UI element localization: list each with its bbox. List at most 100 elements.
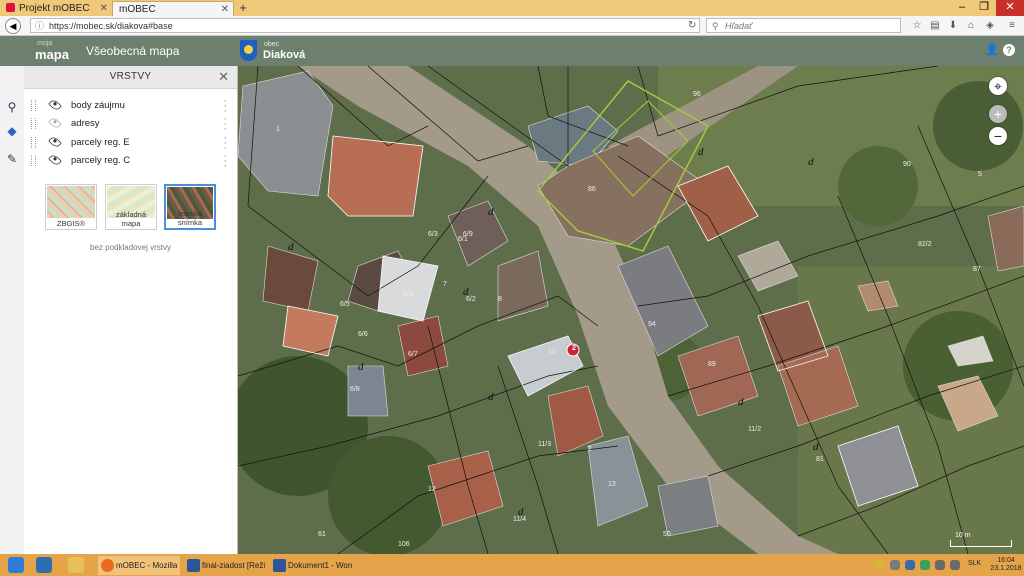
- reading-list-icon[interactable]: ▤: [928, 19, 942, 33]
- url-bar[interactable]: ⓘ https://mobec.sk/diakova#base: [30, 18, 700, 33]
- zoom-out-button[interactable]: −: [989, 127, 1007, 145]
- land-use-d-label: d: [738, 396, 744, 408]
- eye-off-icon[interactable]: [48, 116, 62, 130]
- layer-body-zaujmu[interactable]: body záujmu · · ·: [24, 96, 237, 117]
- map-view[interactable]: 1 2 5 6/1 6/2 6/3 6/4 6/5 6/6 6/7 6/8 6/9 7 8 10 11/3 11…: [238, 66, 1024, 554]
- taskbar-item-label: mOBEC - Mozilla ...: [116, 561, 180, 570]
- taskbar-item-word-final[interactable]: final-ziadost [Reži...: [184, 556, 266, 575]
- clock[interactable]: 16:04 23.1.2018: [990, 557, 1022, 573]
- logo-big-text: mapa: [35, 47, 69, 62]
- layers-icon[interactable]: ◆: [5, 124, 19, 138]
- tool-rail: ⚲ ◆ ✎: [0, 66, 25, 554]
- home-icon[interactable]: ⌂: [964, 19, 978, 33]
- panel-title: VRSTVY: [109, 71, 152, 82]
- tab-close-icon[interactable]: ✕: [100, 1, 108, 16]
- locate-icon[interactable]: ⌖: [989, 77, 1007, 95]
- layer-adresy[interactable]: adresy · · ·: [24, 114, 237, 135]
- layer-label: body záujmu: [71, 100, 125, 111]
- drag-handle-icon[interactable]: [31, 137, 36, 148]
- eye-icon[interactable]: [48, 135, 62, 149]
- parcel-number: 82/2: [918, 241, 932, 248]
- search-icon[interactable]: ⚲: [5, 100, 19, 114]
- zbgis-thumbnail: [47, 186, 95, 218]
- browser-tab-bar: Projekt mOBEC ✕ mOBEC ✕ + – ❐ ✕: [0, 0, 1024, 16]
- parcel-number: 7: [443, 281, 447, 288]
- window-close-button[interactable]: ✕: [996, 0, 1024, 16]
- parcel-number: 5: [978, 171, 982, 178]
- word-icon: [187, 559, 200, 572]
- more-options-icon[interactable]: · · ·: [223, 133, 227, 154]
- close-icon[interactable]: ✕: [218, 69, 229, 85]
- basemap-zakladna-mapa[interactable]: základná mapa: [105, 184, 157, 230]
- no-base-layer-option[interactable]: bez podkladovej vrstvy: [24, 243, 237, 252]
- volume-icon[interactable]: [950, 560, 960, 570]
- taskbar-item-label: final-ziadost [Reži...: [202, 561, 266, 570]
- parcel-number: 13: [608, 481, 616, 488]
- taskbar-item-firefox[interactable]: mOBEC - Mozilla ...: [98, 556, 180, 575]
- basemap-zbgis[interactable]: ZBGIS®: [45, 184, 97, 230]
- land-use-d-label: d: [698, 146, 704, 158]
- menu-icon[interactable]: ≡: [1005, 19, 1019, 33]
- start-icon[interactable]: [8, 557, 24, 573]
- site-info-icon[interactable]: ⓘ: [35, 19, 44, 34]
- bookmark-star-icon[interactable]: ☆: [910, 19, 924, 33]
- parcel-number: 6/7: [408, 351, 418, 358]
- layer-parcely-reg-e[interactable]: parcely reg. E · · ·: [24, 133, 237, 154]
- more-options-icon[interactable]: · · ·: [223, 96, 227, 117]
- more-options-icon[interactable]: · · ·: [223, 114, 227, 135]
- municipality-prefix: obec: [264, 41, 280, 48]
- municipality-crest-icon: [240, 40, 257, 61]
- tab-projekt-mobec[interactable]: Projekt mOBEC ✕: [0, 1, 112, 16]
- drag-handle-icon[interactable]: [31, 118, 36, 129]
- downloads-icon[interactable]: ⬇: [946, 19, 960, 33]
- land-use-d-label: d: [808, 156, 814, 168]
- eye-icon[interactable]: [48, 98, 62, 112]
- os-taskbar: mOBEC - Mozilla ... final-ziadost [Reži.…: [0, 554, 1024, 576]
- new-tab-button[interactable]: +: [236, 0, 250, 16]
- zoom-in-button[interactable]: +: [989, 105, 1007, 123]
- tools-icon[interactable]: ✎: [5, 152, 19, 166]
- layers-panel: VRSTVY ✕ body záujmu · · · adresy · · · parc…: [24, 66, 238, 554]
- layer-parcely-reg-c[interactable]: parcely reg. C · · ·: [24, 151, 237, 172]
- file-explorer-icon[interactable]: [68, 557, 84, 573]
- clock-date: 23.1.2018: [990, 565, 1022, 572]
- window-maximize-button[interactable]: ❐: [974, 0, 994, 16]
- eye-icon[interactable]: [48, 153, 62, 167]
- network-icon[interactable]: [935, 560, 945, 570]
- search-icon: ⚲: [712, 21, 719, 31]
- basemap-letecka-snimka[interactable]: letecká snímka: [164, 184, 216, 230]
- tab-mobec[interactable]: mOBEC ✕: [112, 1, 234, 16]
- land-use-d-label: d: [813, 441, 819, 453]
- tray-icon[interactable]: [875, 560, 885, 570]
- layer-label: parcely reg. C: [71, 155, 131, 166]
- mojamapa-logo[interactable]: moja mapa: [27, 40, 69, 64]
- parcel-number: 11/3: [538, 441, 552, 448]
- pocket-icon[interactable]: ◈: [983, 19, 997, 33]
- window-minimize-button[interactable]: –: [952, 0, 972, 16]
- taskbar-item-word-dokument[interactable]: Dokument1 - Word: [270, 556, 352, 575]
- reload-icon[interactable]: ↻: [688, 18, 700, 33]
- drag-handle-icon[interactable]: [31, 100, 36, 111]
- language-indicator[interactable]: SLK: [968, 560, 981, 567]
- drag-handle-icon[interactable]: [31, 155, 36, 166]
- user-icon[interactable]: 👤: [985, 44, 999, 56]
- search-input[interactable]: ⚲ Hľadať: [706, 18, 901, 33]
- internet-explorer-icon[interactable]: [36, 557, 52, 573]
- tray-icon[interactable]: [905, 560, 915, 570]
- search-placeholder: Hľadať: [725, 21, 753, 31]
- basemap-label: letecká snímka: [177, 209, 203, 227]
- parcel-number: 6/3: [428, 231, 438, 238]
- parcel-number: 6/5: [340, 301, 350, 308]
- help-icon[interactable]: ?: [1003, 44, 1015, 56]
- url-text: https://mobec.sk/diakova#base: [49, 21, 173, 31]
- panel-header: VRSTVY ✕: [24, 66, 237, 89]
- back-button[interactable]: ◀: [5, 18, 21, 34]
- aerial-map: [238, 66, 1024, 554]
- tray-icon[interactable]: [890, 560, 900, 570]
- tab-close-icon[interactable]: ✕: [221, 2, 229, 16]
- more-options-icon[interactable]: · · ·: [223, 151, 227, 172]
- parcel-number: 6/9: [463, 231, 473, 238]
- marker-count[interactable]: 2: [571, 345, 577, 352]
- parcel-number: 94: [648, 321, 656, 328]
- tray-icon[interactable]: [920, 560, 930, 570]
